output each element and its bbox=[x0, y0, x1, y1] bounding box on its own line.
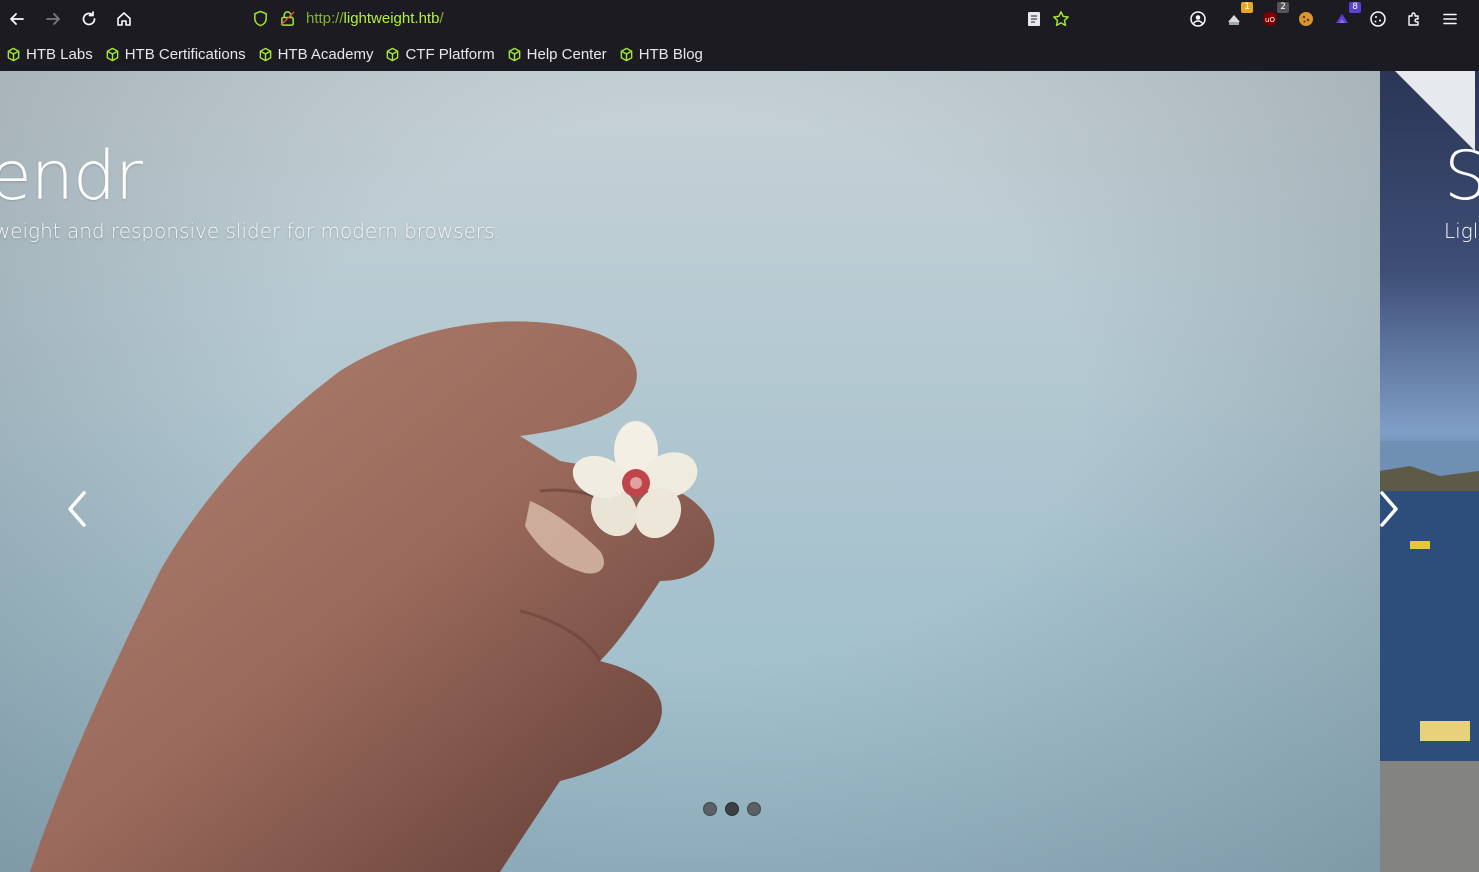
bookmark-ctf-platform[interactable]: CTF Platform bbox=[385, 41, 500, 69]
account-button[interactable] bbox=[1185, 6, 1211, 32]
bookmark-help-center[interactable]: Help Center bbox=[507, 41, 613, 69]
back-arrow-icon bbox=[10, 13, 24, 25]
bookmark-htb-labs[interactable]: HTB Labs bbox=[6, 41, 99, 69]
forward-arrow-icon bbox=[46, 13, 60, 25]
bookmark-label: HTB Certifications bbox=[124, 46, 246, 63]
htb-cube-icon bbox=[259, 47, 271, 62]
url-path: / bbox=[439, 10, 444, 27]
home-icon bbox=[117, 12, 131, 26]
slide-current: lendr tweight and responsive slider for … bbox=[0, 71, 1380, 872]
forward-button[interactable] bbox=[40, 6, 66, 32]
reader-view-icon[interactable] bbox=[1026, 11, 1042, 27]
bookmark-label: HTB Academy bbox=[277, 46, 374, 63]
bookmark-htb-certifications[interactable]: HTB Certifications bbox=[105, 41, 252, 69]
bookmark-label: CTF Platform bbox=[405, 46, 495, 63]
back-button[interactable] bbox=[4, 6, 30, 32]
url-text[interactable]: http://lightweight.htb/ bbox=[306, 10, 444, 27]
htb-cube-icon bbox=[7, 47, 20, 62]
slider-pagination bbox=[703, 802, 769, 816]
extension-purple-icon bbox=[1336, 14, 1348, 23]
app-menu-button[interactable] bbox=[1437, 6, 1463, 32]
url-scheme: http:// bbox=[306, 10, 344, 27]
bookmark-htb-academy[interactable]: HTB Academy bbox=[258, 41, 380, 69]
bookmarks-toolbar: HTB Labs HTB Certifications HTB Academy … bbox=[0, 38, 1479, 71]
home-button[interactable] bbox=[111, 6, 137, 32]
tracking-shield-icon[interactable] bbox=[252, 10, 269, 27]
browser-toolbar: http://lightweight.htb/ 1 uO 2 8 bbox=[0, 0, 1479, 38]
cookie-icon bbox=[1299, 12, 1313, 26]
slider-dot-1[interactable] bbox=[703, 802, 717, 816]
cookie-outline-icon bbox=[1370, 11, 1386, 27]
slide-title: lendr bbox=[0, 137, 143, 216]
next-slide-title: S bbox=[1444, 137, 1479, 216]
cookie-autodelete-button[interactable] bbox=[1365, 6, 1391, 32]
htb-cube-icon bbox=[106, 47, 119, 62]
next-slide-subtitle: Ligl bbox=[1444, 219, 1479, 243]
bookmark-label: HTB Labs bbox=[26, 46, 93, 63]
account-icon bbox=[1190, 11, 1206, 27]
ublock-button[interactable]: uO 2 bbox=[1257, 2, 1289, 32]
ublock-icon: uO bbox=[1263, 11, 1277, 27]
slide-next-preview: S Ligl bbox=[1380, 71, 1479, 872]
url-host: lightweight.htb bbox=[343, 10, 440, 27]
chevron-left-icon bbox=[68, 491, 86, 527]
ublock-badge: 2 bbox=[1277, 2, 1289, 13]
slider-prev-button[interactable] bbox=[58, 483, 98, 535]
hand-holding-flower-image bbox=[30, 321, 715, 872]
cookie-extension-button[interactable] bbox=[1293, 6, 1319, 32]
hamburger-menu-icon bbox=[1443, 13, 1457, 25]
htb-cube-icon bbox=[620, 47, 633, 62]
extension-purple-button[interactable]: 8 bbox=[1329, 2, 1361, 32]
slide-subtitle: tweight and responsive slider for modern… bbox=[0, 219, 501, 243]
extension-purple-badge: 8 bbox=[1349, 2, 1361, 13]
bookmark-label: Help Center bbox=[526, 46, 607, 63]
slider-dot-3[interactable] bbox=[747, 802, 761, 816]
bookmark-htb-blog[interactable]: HTB Blog bbox=[619, 41, 709, 69]
puzzle-piece-icon bbox=[1408, 12, 1419, 26]
slider-dot-2[interactable] bbox=[725, 802, 739, 816]
insecure-lock-icon[interactable] bbox=[279, 10, 296, 27]
reload-button[interactable] bbox=[76, 6, 102, 32]
bookmark-label: HTB Blog bbox=[638, 46, 703, 63]
reload-icon bbox=[82, 11, 96, 26]
htb-cube-icon bbox=[508, 47, 520, 62]
url-bar[interactable]: http://lightweight.htb/ bbox=[246, 4, 1086, 34]
extension-1-icon bbox=[1228, 15, 1240, 25]
htb-cube-icon bbox=[387, 47, 399, 62]
bookmark-star-icon[interactable] bbox=[1052, 10, 1070, 28]
extensions-button[interactable] bbox=[1401, 6, 1427, 32]
slider-next-button[interactable] bbox=[1380, 483, 1408, 535]
chevron-right-icon bbox=[1380, 491, 1398, 527]
extension-1-badge: 1 bbox=[1241, 2, 1253, 13]
extension-1-button[interactable]: 1 bbox=[1221, 2, 1253, 32]
svg-text:uO: uO bbox=[1265, 16, 1275, 24]
page-viewport: lendr tweight and responsive slider for … bbox=[0, 71, 1479, 872]
